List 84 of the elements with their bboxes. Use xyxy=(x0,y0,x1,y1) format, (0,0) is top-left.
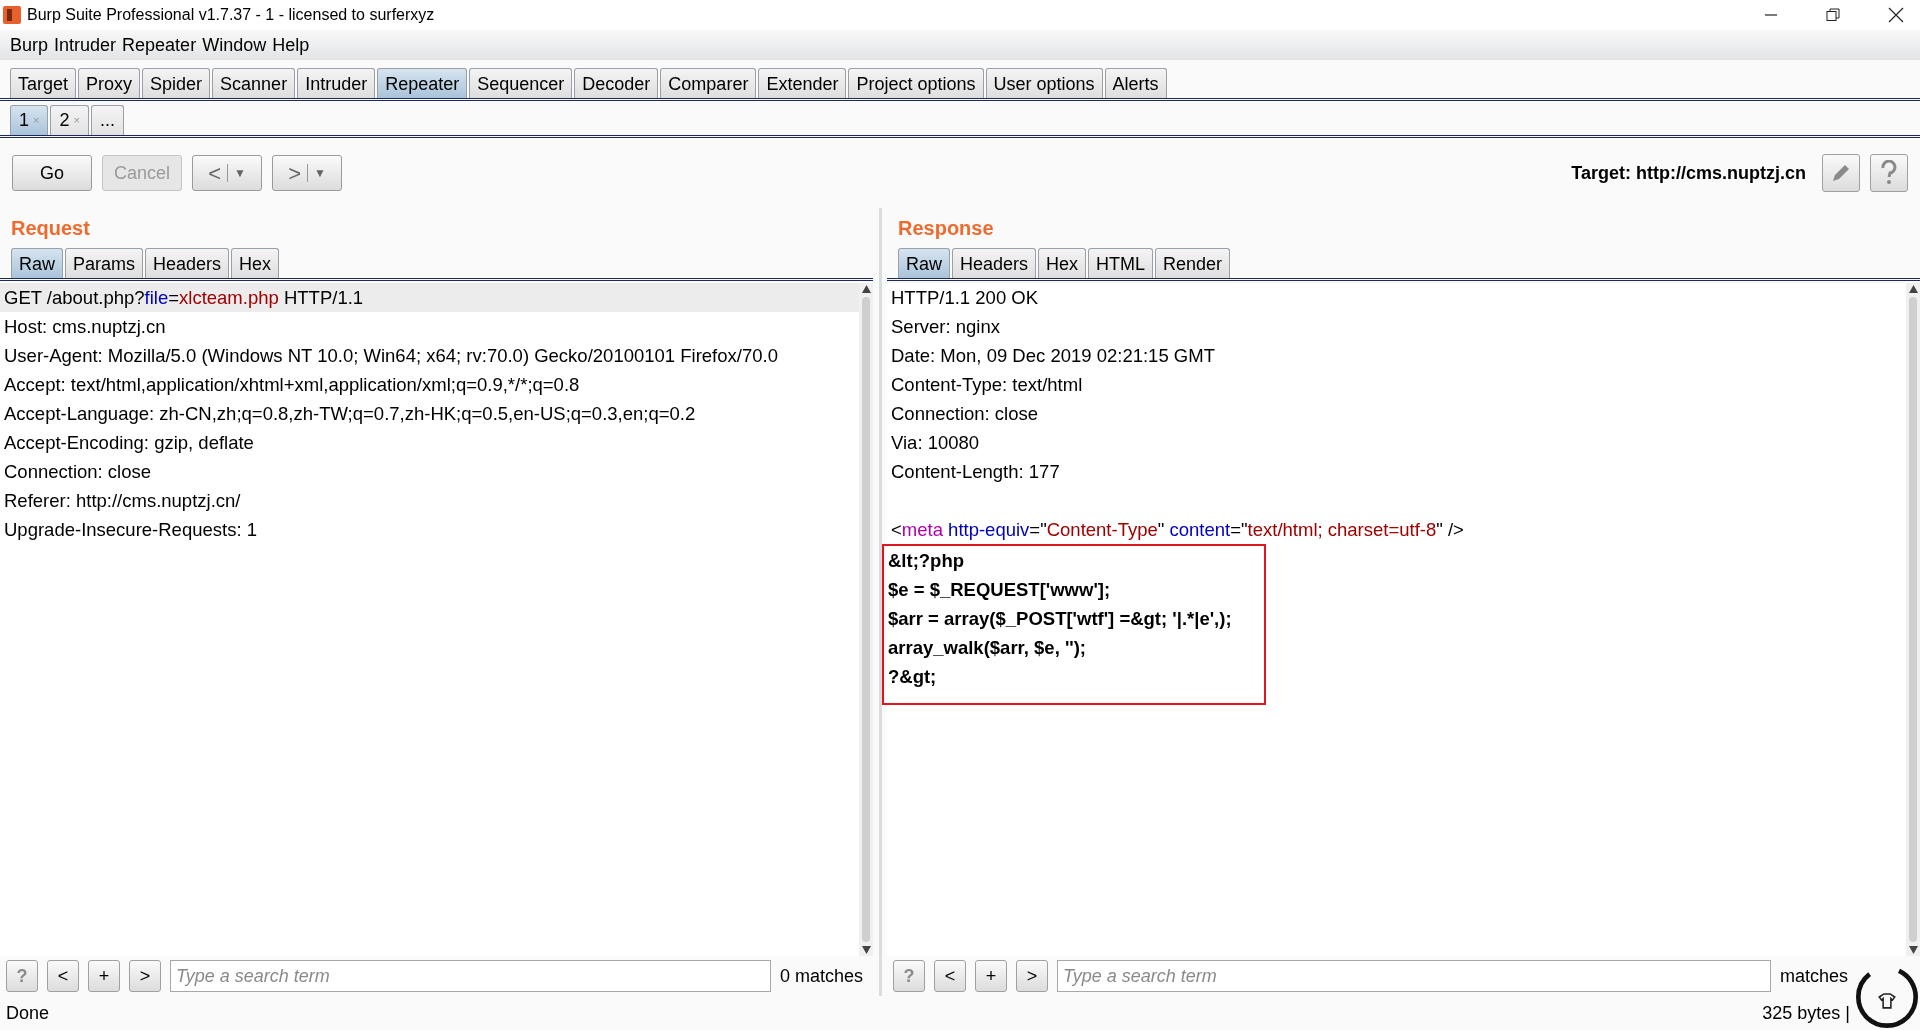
tab[interactable]: Project options xyxy=(848,68,984,98)
code-line: Via: 10080 xyxy=(890,431,981,455)
code-line: $e = $_REQUEST['www']; xyxy=(887,578,1112,602)
tab[interactable]: Spider xyxy=(142,68,211,98)
tab[interactable]: Alerts xyxy=(1104,68,1167,98)
previous-button[interactable]: < xyxy=(47,960,79,992)
app-logo-icon xyxy=(2,5,22,25)
match-count: matches xyxy=(1779,964,1849,988)
tab[interactable]: Comparer xyxy=(660,68,757,98)
next-button[interactable]: > xyxy=(1016,960,1048,992)
tab[interactable]: Extender xyxy=(758,68,847,98)
tab[interactable]: Proxy xyxy=(78,68,141,98)
close-icon[interactable] xyxy=(1888,7,1904,23)
help-button[interactable] xyxy=(1870,154,1908,192)
code-line: Content-Type: text/html xyxy=(890,373,1084,397)
code-line: $arr = array($_POST['wtf'] =&gt; '|.*|e',); xyxy=(887,607,1233,631)
tab[interactable]: Repeater xyxy=(377,68,468,98)
code-line: Accept-Encoding: gzip, deflate xyxy=(3,431,255,455)
scroll-down-icon xyxy=(861,946,871,954)
scrollbar[interactable] xyxy=(1906,283,1920,956)
match-count: 0 matches xyxy=(779,964,864,988)
scroll-up-icon xyxy=(861,285,871,293)
tab[interactable]: Raw xyxy=(898,248,950,278)
tab[interactable]: Raw xyxy=(11,248,63,278)
tab[interactable]: User options xyxy=(985,68,1103,98)
go-button[interactable]: Go xyxy=(12,155,92,191)
code-line: Referer: http://cms.nuptzj.cn/ xyxy=(3,489,242,513)
code-line: ?&gt; xyxy=(887,665,938,689)
history-button[interactable]: > ▼ xyxy=(272,155,342,191)
add-button[interactable]: + xyxy=(88,960,120,992)
add-button[interactable]: + xyxy=(975,960,1007,992)
tab[interactable]: Decoder xyxy=(574,68,659,98)
tab[interactable]: Hex xyxy=(231,248,280,278)
scrollbar[interactable] xyxy=(859,283,873,956)
tab[interactable]: Sequencer xyxy=(469,68,573,98)
menu-item[interactable]: Window xyxy=(202,31,267,59)
response-size: 325 bytes | xyxy=(1762,1001,1850,1025)
pencil-icon xyxy=(1830,162,1852,184)
next-button[interactable]: > xyxy=(129,960,161,992)
previous-button[interactable]: < xyxy=(934,960,966,992)
tab[interactable]: Params xyxy=(65,248,144,278)
scroll-up-icon xyxy=(1908,285,1918,293)
code-line: Host: cms.nuptzj.cn xyxy=(3,315,167,339)
code-line: Connection: close xyxy=(890,402,1040,426)
tab[interactable]: Scanner xyxy=(212,68,296,98)
request-tab[interactable]: 1 × xyxy=(10,105,49,135)
code-line: Server: nginx xyxy=(890,315,1001,339)
request-tab[interactable]: ... xyxy=(90,105,124,135)
code-line: Upgrade-Insecure-Requests: 1 xyxy=(3,518,258,542)
search-field[interactable]: Type a search term xyxy=(170,960,771,992)
search-field[interactable]: Type a search term xyxy=(1057,960,1771,992)
code-line: <meta http-equiv="Content-Type" content="text/html; charset=utf-8" /> xyxy=(890,518,1465,542)
code-line: Connection: close xyxy=(3,460,153,484)
restore-icon[interactable] xyxy=(1826,8,1840,22)
code-line: Accept-Language: zh-CN,zh;q=0.8,zh-TW;q=0.7,zh-HK;q=0.5,en-US;q=0.3,en;q=0.2 xyxy=(3,402,697,426)
code-line: HTTP/1.1 200 OK xyxy=(890,286,1040,310)
tab[interactable]: Headers xyxy=(952,248,1037,278)
code-line: User-Agent: Mozilla/5.0 (Windows NT 10.0; Win64; x64; rv:70.0) Gecko/20100101 Firefox/70.0 xyxy=(3,344,779,368)
panel-title: Request xyxy=(10,216,90,241)
edit-target-button[interactable] xyxy=(1822,154,1860,192)
status-text: Done xyxy=(6,1001,50,1025)
tab[interactable]: Hex xyxy=(1038,248,1087,278)
help-icon xyxy=(1879,160,1899,186)
menu-item[interactable]: Help xyxy=(272,31,310,59)
code-line: Date: Mon, 09 Dec 2019 02:21:15 GMT xyxy=(890,344,1216,368)
scroll-down-icon xyxy=(1908,946,1918,954)
floating-ball-icon[interactable] xyxy=(1856,966,1918,1028)
tab[interactable]: Target xyxy=(10,68,77,98)
menu-item[interactable]: Intruder xyxy=(54,31,117,59)
target-label: Target: http://cms.nuptzj.cn xyxy=(1571,161,1806,185)
code-line: Accept: text/html,application/xhtml+xml,application/xml;q=0.9,*/*;q=0.8 xyxy=(3,373,581,397)
tab[interactable]: HTML xyxy=(1088,248,1154,278)
request-tab[interactable]: 2 × xyxy=(50,105,89,135)
panel-title: Response xyxy=(897,216,994,241)
history-button[interactable]: < ▼ xyxy=(192,155,262,191)
tab[interactable]: Render xyxy=(1155,248,1231,278)
menu-item[interactable]: Burp xyxy=(10,31,49,59)
tab[interactable]: Intruder xyxy=(297,68,376,98)
code-line: &lt;?php xyxy=(887,549,966,573)
menu-item[interactable]: Repeater xyxy=(122,31,197,59)
code-line: array_walk($arr, $e, ''); xyxy=(887,636,1088,660)
code-line: Content-Length: 177 xyxy=(890,460,1061,484)
window-title: Burp Suite Professional v1.7.37 - 1 - licensed to surferxyz xyxy=(27,5,435,25)
tab[interactable]: Headers xyxy=(145,248,230,278)
